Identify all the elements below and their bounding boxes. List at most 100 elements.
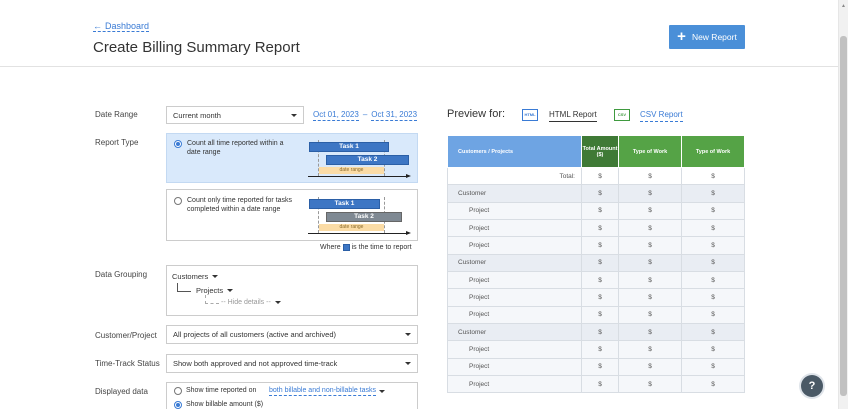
time-track-status-select[interactable]: Show both approved and not approved time… [166,354,418,373]
preview-table-body: Total: $ $ $ Customer $ $ $ Project $ $ $ Project $ $ $… [447,166,745,394]
table-cell: $ [681,166,745,186]
table-cell: $ [618,288,682,307]
table-cell: $ [581,236,619,255]
chevron-down-icon [227,289,234,292]
radio-show-time[interactable] [174,387,182,395]
grouping-level-customers[interactable]: Customers [172,272,219,281]
column-header: Customers / Projects [447,135,582,168]
end-date-link[interactable]: Oct 31, 2023 [371,110,418,121]
help-button[interactable]: ? [801,375,823,397]
table-cell: $ [681,305,745,325]
row-label: Customer [447,253,582,273]
chevron-down-icon [291,113,297,117]
tab-html-report[interactable]: HTML Report [549,109,597,122]
table-cell: $ [681,375,745,394]
tab-csv-report[interactable]: CSV Report [640,109,683,122]
table-cell: $ [581,375,619,394]
table-row: Project $ $ $ [447,305,745,325]
column-header: Type of Work [681,135,745,168]
arrow-left-icon: ← [93,21,102,31]
time-track-status-label: Time-Track Status [95,359,160,368]
column-header: Type of Work [618,135,682,168]
task-2-bar: Task 2 [326,212,402,222]
back-to-dashboard-link[interactable]: ← Dashboard [93,21,150,32]
legend-prefix: Where [320,244,341,251]
date-separator: – [362,110,368,119]
table-cell: $ [618,323,682,342]
task-2-bar: Task 2 [326,155,409,165]
table-cell: $ [681,236,745,255]
plus-icon: + [677,28,686,45]
table-row: Project $ $ $ [447,357,745,377]
row-label: Project [447,288,582,307]
customer-project-value: All projects of all customers (active an… [173,330,336,339]
page-title: Create Billing Summary Report [93,39,300,56]
chevron-down-icon [405,333,411,336]
start-date-link[interactable]: Oct 01, 2023 [313,110,359,121]
table-cell: $ [681,201,745,221]
row-label: Customer [447,323,582,342]
date-range-label: Date Range [95,110,138,119]
grouping-level-projects[interactable]: Projects [196,286,234,295]
report-type-legend: Where is the time to report [320,244,412,251]
scroll-up-arrow-icon[interactable]: ▲ [840,3,847,9]
row-label: Total: [447,166,582,186]
table-row: Project $ $ $ [447,236,745,255]
preview-header-row: Customers / Projects Total Amount ($) Ty… [447,135,745,168]
table-row: Customer $ $ $ [447,184,745,203]
table-cell: $ [681,184,745,203]
table-cell: $ [618,236,682,255]
grouping-level-2-text: Projects [196,286,224,295]
table-cell: $ [681,357,745,377]
html-file-icon: HTML [522,109,538,121]
axis-arrow-icon [406,173,411,178]
new-report-button[interactable]: + New Report [669,25,745,49]
table-row: Customer $ $ $ [447,253,745,273]
table-cell: $ [618,201,682,221]
row-label: Project [447,340,582,359]
table-row: Project $ $ $ [447,219,745,238]
row-label: Project [447,357,582,377]
radio-all-time[interactable] [174,140,182,148]
chevron-down-icon [405,362,411,365]
option-show-billable-text: Show billable amount ($) [186,401,264,408]
new-report-label: New Report [691,32,737,42]
tree-connector [177,283,191,292]
task-1-bar: Task 1 [309,142,389,152]
option-all-time-text: Count all time reported within a date ra… [187,140,284,156]
table-row: Customer $ $ $ [447,323,745,342]
date-range-select[interactable]: Current month [166,106,304,124]
table-cell: $ [581,271,619,290]
table-cell: $ [581,219,619,238]
table-cell: $ [681,340,745,359]
radio-show-billable[interactable] [174,401,182,409]
row-label: Project [447,236,582,255]
grouping-level-hide-details[interactable]: -- Hide details -- [221,299,281,306]
legend-swatch [342,244,350,251]
row-label: Project [447,219,582,238]
radio-completed[interactable] [174,197,182,205]
table-cell: $ [581,357,619,377]
billable-filter-link: both billable and non-billable tasks [269,387,377,396]
table-cell: $ [681,323,745,342]
billable-filter-dropdown[interactable]: both billable and non-billable tasks [269,386,386,396]
table-cell: $ [581,166,619,186]
legend-suffix: is the time to report [351,244,412,251]
report-preview-table: Customers / Projects Total Amount ($) Ty… [447,135,745,394]
tree-connector [205,295,219,304]
table-cell: $ [581,305,619,325]
table-cell: $ [618,375,682,394]
table-row: Project $ $ $ [447,201,745,221]
csv-file-icon: CSV [614,109,630,121]
row-label: Project [447,201,582,221]
back-link-label: Dashboard [105,21,150,31]
customer-project-select[interactable]: All projects of all customers (active an… [166,325,418,344]
date-range-tag: date range [319,167,384,174]
preview-label: Preview for: [447,108,506,120]
table-cell: $ [581,201,619,221]
time-axis [308,233,406,234]
table-cell: $ [581,184,619,203]
row-label: Project [447,375,582,394]
scrollbar-thumb[interactable] [840,36,847,396]
grouping-level-3-text: -- Hide details -- [221,299,271,306]
